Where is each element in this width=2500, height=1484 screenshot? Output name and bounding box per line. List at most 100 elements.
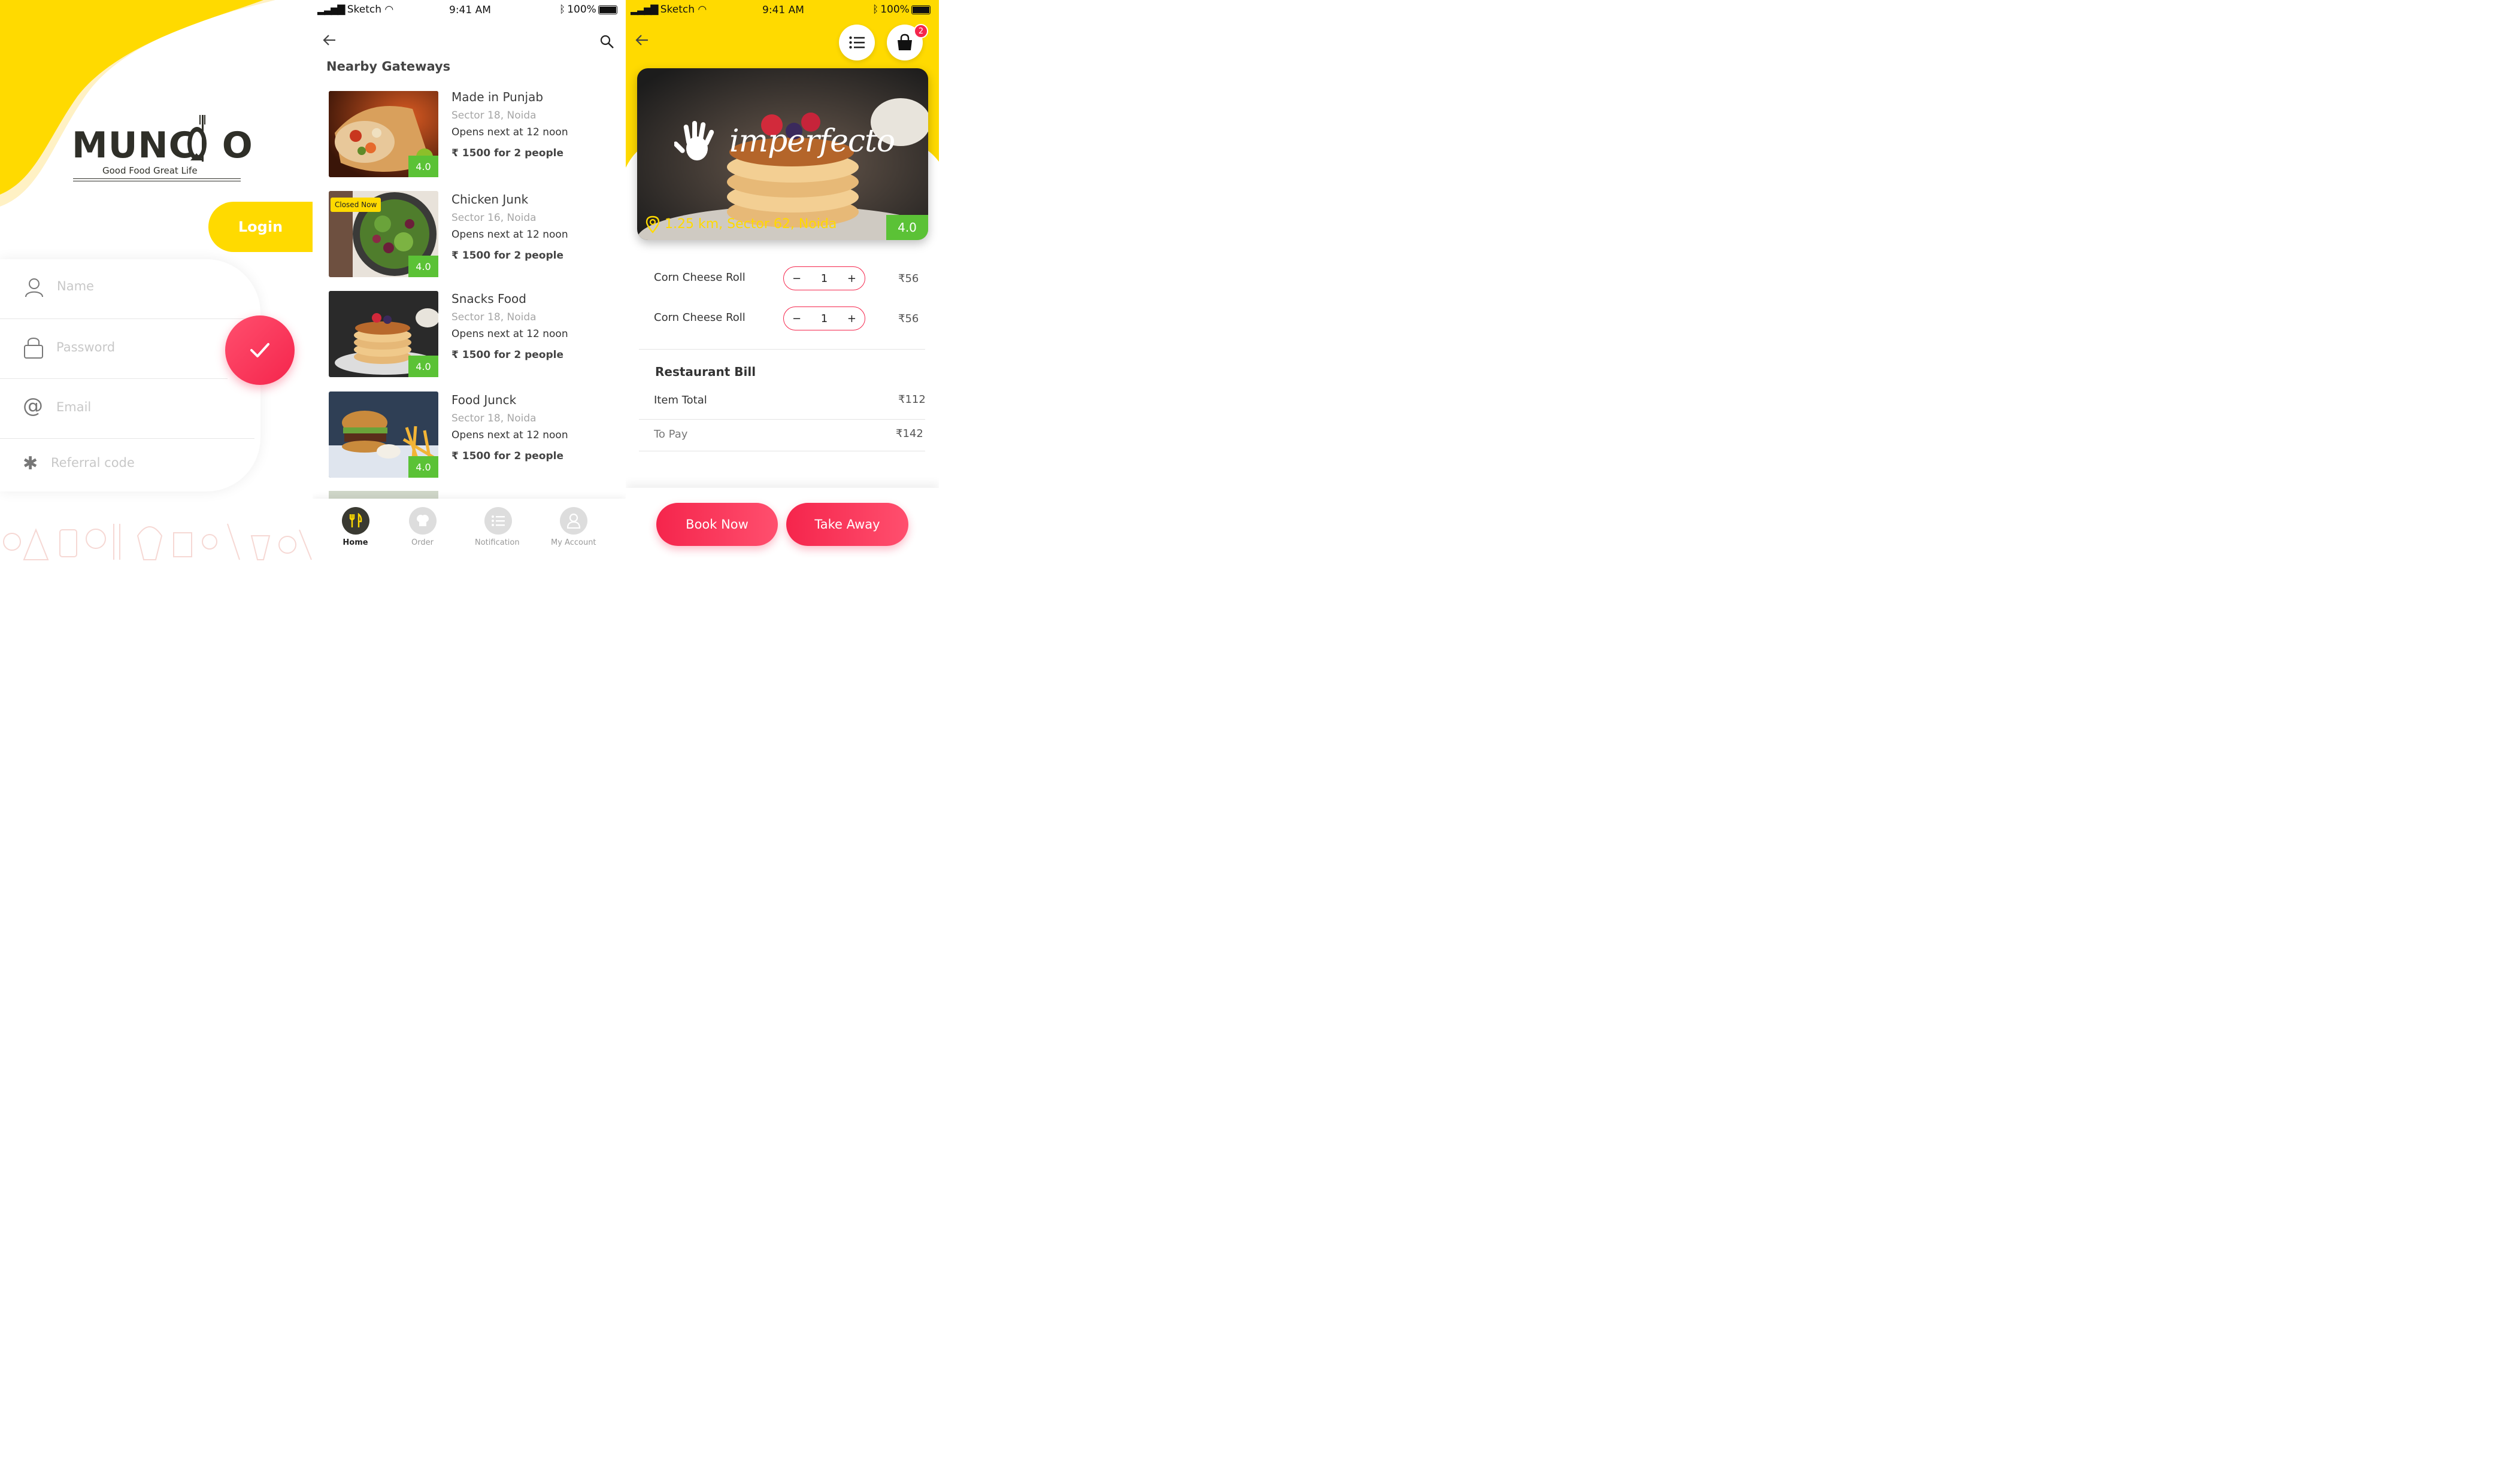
item-total-value: ₹112: [898, 393, 926, 406]
order-detail-screen: ▂▃▅▇ Sketch ◠ 9:41 AM ᛒ 100% 2 imperfect…: [626, 0, 939, 566]
tab-notification[interactable]: Notification: [475, 507, 520, 547]
tab-my-account[interactable]: My Account: [551, 507, 596, 547]
bill-title: Restaurant Bill: [655, 365, 756, 379]
restaurant-hours: Opens next at 12 noon: [451, 429, 568, 441]
handprint-logo-icon: [674, 121, 714, 160]
search-icon[interactable]: [600, 35, 614, 49]
shopping-bag-icon: [898, 34, 912, 50]
battery-icon: [598, 5, 617, 14]
to-pay-label: To Pay: [654, 428, 688, 441]
status-bar: ▂▃▅▇ Sketch ◠: [631, 4, 707, 16]
battery-status: ᛒ 100%: [559, 4, 617, 16]
lock-icon: [24, 338, 43, 359]
battery-status: ᛒ 100%: [872, 4, 931, 16]
restaurant-name[interactable]: Chicken Junk: [451, 192, 528, 207]
divider: [0, 318, 251, 319]
user-icon: [25, 278, 43, 298]
quantity-stepper: − 1 +: [783, 266, 865, 290]
brand-name-right: O: [222, 125, 253, 166]
bottom-tab-bar: Home Order Notification My Account: [313, 499, 626, 566]
fork-knife-icon: [342, 507, 369, 535]
take-away-button[interactable]: Take Away: [786, 503, 908, 546]
wifi-icon: ◠: [384, 4, 394, 16]
email-field[interactable]: Email: [56, 400, 91, 414]
quantity-stepper: − 1 +: [783, 306, 865, 330]
restaurant-name[interactable]: Food Junck: [451, 393, 516, 407]
closed-tag: Closed Now: [331, 198, 381, 212]
carrier-label: Sketch: [347, 4, 381, 16]
chef-hat-icon: [409, 507, 437, 535]
menu-list-icon: [849, 36, 865, 49]
password-field[interactable]: Password: [56, 340, 115, 354]
increment-button[interactable]: +: [847, 272, 856, 285]
tab-home[interactable]: Home: [341, 507, 369, 547]
clock: 9:41 AM: [449, 4, 491, 16]
to-pay-value: ₹142: [896, 427, 923, 440]
cart-item-price: ₹56: [898, 312, 919, 325]
login-button[interactable]: Login: [208, 202, 313, 252]
wifi-icon: ◠: [698, 4, 707, 16]
menu-button[interactable]: [839, 25, 875, 60]
person-icon: [560, 507, 587, 535]
bluetooth-icon: ᛒ: [559, 4, 566, 16]
restaurant-price: ₹ 1500 for 2 people: [451, 450, 564, 462]
clock: 9:41 AM: [762, 4, 804, 16]
battery-icon: [911, 5, 931, 14]
chef-fork-icon: [187, 115, 207, 162]
tab-label: Home: [343, 538, 368, 547]
tab-label: My Account: [551, 538, 596, 547]
battery-label: 100%: [880, 4, 910, 16]
restaurant-price: ₹ 1500 for 2 people: [451, 250, 564, 262]
cart-count-badge: 2: [914, 24, 928, 38]
battery-label: 100%: [567, 4, 596, 16]
carrier-label: Sketch: [660, 4, 695, 16]
decrement-button[interactable]: −: [792, 312, 801, 325]
restaurant-card[interactable]: 4.0: [329, 291, 438, 377]
brand-logo: MUNC O: [72, 125, 253, 166]
distance-label: 1.25 km, Sector 62, Noida: [665, 217, 837, 232]
restaurant-card[interactable]: Closed Now 4.0: [329, 191, 438, 277]
at-icon: @: [23, 394, 43, 418]
back-arrow-icon[interactable]: [635, 34, 649, 47]
decrement-button[interactable]: −: [792, 272, 801, 285]
restaurant-name[interactable]: Snacks Food: [451, 292, 526, 306]
list-icon: [484, 507, 512, 535]
back-arrow-icon[interactable]: [322, 34, 337, 47]
cart-item-name: Corn Cheese Roll: [654, 271, 746, 284]
restaurant-card[interactable]: 4.0: [329, 91, 438, 177]
signal-icon: ▂▃▅▇: [317, 4, 345, 16]
rating-badge: 4.0: [408, 156, 438, 177]
item-total-label: Item Total: [654, 394, 707, 406]
signup-screen: MUNC O Good Food Great Life Login Name Pa…: [0, 0, 313, 566]
listing-screen: ▂▃▅▇ Sketch ◠ 9:41 AM ᛒ 100% Nearby Gate…: [313, 0, 626, 566]
bluetooth-icon: ᛒ: [872, 4, 879, 16]
restaurant-location: Sector 16, Noida: [451, 212, 537, 224]
rating-badge: 4.0: [408, 356, 438, 377]
tab-label: Notification: [475, 538, 520, 547]
restaurant-hours: Opens next at 12 noon: [451, 126, 568, 138]
referral-code-field[interactable]: Referral code: [51, 456, 135, 470]
restaurant-card[interactable]: 4.0: [329, 392, 438, 478]
divider: [639, 419, 925, 420]
rating-badge: 4.0: [886, 215, 928, 240]
restaurant-price: ₹ 1500 for 2 people: [451, 349, 564, 361]
submit-button[interactable]: [225, 315, 295, 385]
tab-label: Order: [411, 538, 434, 547]
tab-order[interactable]: Order: [408, 507, 437, 547]
restaurant-name[interactable]: Made in Punjab: [451, 90, 543, 104]
restaurant-price: ₹ 1500 for 2 people: [451, 147, 564, 159]
divider: [0, 438, 254, 439]
name-field[interactable]: Name: [57, 279, 94, 293]
divider: [639, 349, 925, 350]
quantity-value: 1: [820, 312, 828, 325]
cart-item-name: Corn Cheese Roll: [654, 311, 746, 324]
status-bar: ▂▃▅▇ Sketch ◠: [317, 4, 393, 16]
location-pin-icon: [646, 216, 660, 233]
book-now-button[interactable]: Book Now: [656, 503, 778, 546]
divider: [0, 378, 228, 379]
increment-button[interactable]: +: [847, 312, 856, 325]
restaurant-location: Sector 18, Noida: [451, 110, 537, 122]
restaurant-hero: imperfecto 1.25 km, Sector 62, Noida 4.0: [637, 68, 928, 240]
quantity-value: 1: [820, 272, 828, 285]
rating-badge: 4.0: [408, 456, 438, 478]
